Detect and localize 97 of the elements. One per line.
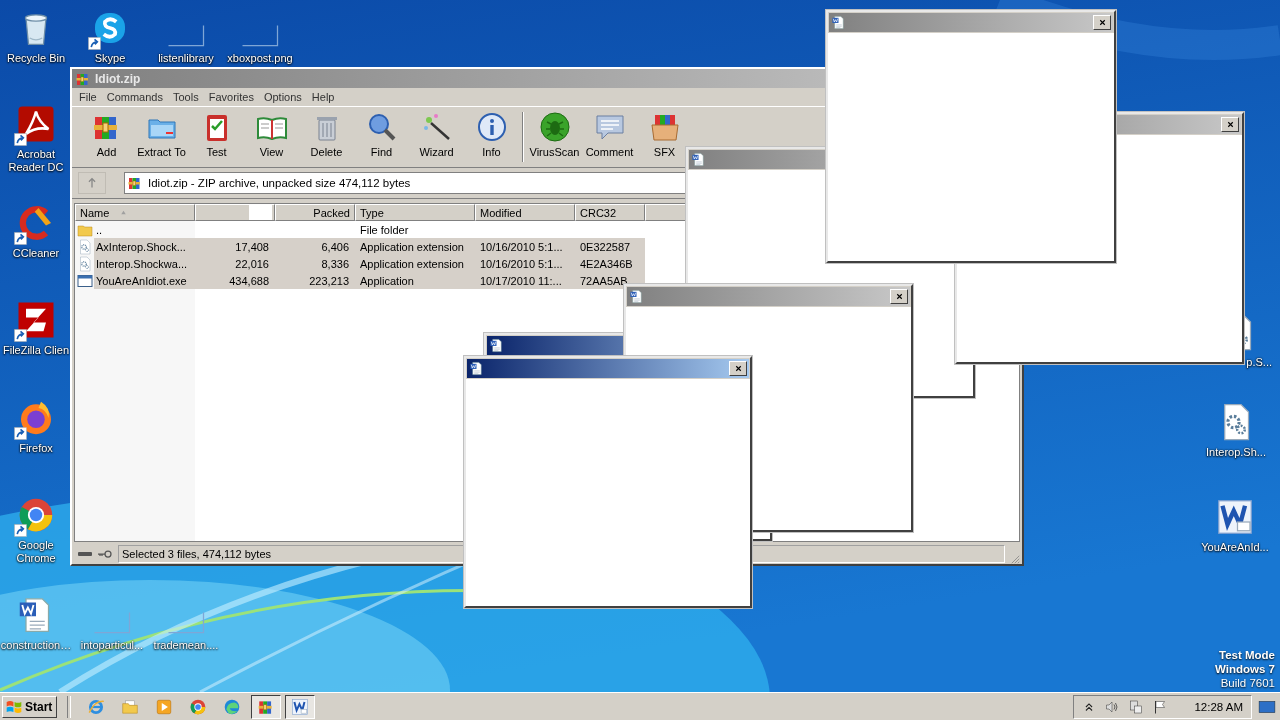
close-button[interactable]	[1093, 15, 1111, 30]
desktop-icon-label[interactable]: Acrobat Reader DC	[0, 148, 74, 174]
close-icon	[1225, 120, 1235, 129]
browser-icon	[87, 697, 106, 716]
system-info-text: Windows 7	[1215, 662, 1275, 676]
shortcut-arrow-icon	[88, 37, 101, 50]
books-icon	[127, 175, 143, 191]
browser-icon	[223, 697, 242, 716]
menu-item[interactable]: Options	[258, 91, 307, 103]
table-cell-text: ..	[95, 223, 104, 236]
desktop-icon-label[interactable]: Skype	[94, 52, 126, 65]
table-cell-text: 17,408	[234, 240, 270, 253]
table-cell-text: 10/16/2010 5:1...	[479, 240, 564, 253]
document-icon[interactable]	[1215, 497, 1255, 537]
table-cell-text: 10/17/2010 11:...	[479, 274, 563, 287]
desktop-icon-label[interactable]: listenlibrary	[158, 52, 214, 65]
start-button[interactable]: Start	[2, 695, 58, 718]
toolbar-button[interactable]: Test	[189, 109, 244, 165]
close-button[interactable]	[729, 361, 747, 376]
shortcut-arrow-icon	[14, 524, 27, 537]
browser-icon	[189, 697, 208, 716]
desktop-icon-label[interactable]: Interop.Sh...	[1206, 446, 1266, 459]
document-icon	[831, 15, 846, 30]
table-cell-text: Interop.Shockwa...	[95, 257, 189, 270]
table-cell-text: YouAreAnIdiot.exe	[95, 274, 188, 287]
column-header[interactable]: Type	[355, 204, 475, 221]
table-cell-text: 6,406	[320, 240, 350, 253]
toolbar-button[interactable]: Wizard	[409, 109, 464, 165]
table-cell-text: 22,016	[234, 257, 270, 270]
toolbar-button[interactable]: Add	[79, 109, 134, 165]
play-icon	[155, 697, 174, 716]
shortcut-arrow-icon	[14, 232, 27, 245]
menu-item[interactable]: Tools	[168, 91, 204, 103]
toolbar-button[interactable]: Delete	[299, 109, 354, 165]
desktop-icon-label[interactable]: FileZilla Clien	[3, 344, 69, 357]
desktop-icon-label[interactable]: xboxpost.png	[227, 52, 293, 65]
table-cell-text: Application extension	[359, 257, 465, 270]
close-button[interactable]	[1221, 117, 1239, 132]
close-button[interactable]	[890, 289, 908, 304]
desktop-icon-label[interactable]: Recycle Bin	[6, 52, 66, 65]
toolbar-button[interactable]: Extract To	[134, 109, 189, 165]
table-cell-text: 10/16/2010 5:1...	[479, 257, 564, 270]
clock[interactable]: 12:28 AM	[1194, 700, 1243, 713]
shortcut-arrow-icon	[14, 133, 27, 146]
menu-item[interactable]: Commands	[101, 91, 168, 103]
window-title: Idiot.zip	[95, 71, 141, 86]
table-cell-text: 72AA5AB	[579, 274, 629, 287]
table-cell-text: Application extension	[359, 240, 465, 253]
file-row[interactable]: Interop.Shockwa... 22,016 8,336 Application extension 10/16/2010 5:1... 4E2A346B	[94, 255, 645, 272]
table-cell-text: Application	[359, 274, 415, 287]
system-info-text: Build 7601	[1220, 676, 1275, 690]
close-icon	[1097, 18, 1107, 27]
table-cell-text: 0E322587	[579, 240, 632, 253]
desktop-icon-label[interactable]: p.S...	[1246, 356, 1272, 369]
shortcut-arrow-icon	[14, 329, 27, 342]
column-header[interactable]: Name	[75, 204, 195, 221]
desktop-icon-label[interactable]: CCleaner	[12, 247, 60, 260]
table-cell-text: 4E2A346B	[579, 257, 634, 270]
document-icon	[691, 152, 706, 167]
document-icon	[489, 338, 504, 353]
file-row[interactable]: .. File folder	[94, 221, 645, 238]
document-icon	[629, 289, 644, 304]
document-icon	[291, 697, 310, 716]
info-icon	[475, 111, 508, 143]
table-cell-text: 434,688	[228, 274, 270, 287]
column-header[interactable]: CRC32	[575, 204, 645, 221]
document-icon	[469, 361, 484, 376]
column-header[interactable]	[195, 204, 275, 221]
system-info-text: Test Mode	[1219, 648, 1275, 662]
network-icon[interactable]	[1128, 698, 1145, 715]
toolbar-button[interactable]: SFX	[637, 109, 692, 165]
table-cell-text: File folder	[359, 223, 410, 236]
column-header[interactable]: Packed	[275, 204, 355, 221]
shortcut-arrow-icon	[14, 427, 27, 440]
table-cell-text: 223,213	[308, 274, 350, 287]
toolbar-button[interactable]: VirusScan	[527, 109, 582, 165]
toolbar-button[interactable]: View	[244, 109, 299, 165]
taskbar-button[interactable]	[251, 694, 282, 719]
desktop-icon-label[interactable]: YouAreAnId...	[1201, 541, 1269, 554]
file-row[interactable]: YouAreAnIdiot.exe 434,688 223,213 Application 10/17/2010 11:... 72AA5AB	[94, 272, 645, 289]
menu-item[interactable]: File	[74, 91, 102, 103]
desktop-icon-label[interactable]: Firefox	[19, 442, 53, 455]
menu-item[interactable]: Help	[306, 91, 340, 103]
table-cell-text: AxInterop.Shock...	[95, 240, 187, 253]
menu-item[interactable]: Favorites	[203, 91, 259, 103]
toolbar-button[interactable]: Info	[464, 109, 519, 165]
toolbar-button[interactable]: Find	[354, 109, 409, 165]
program-icon	[76, 272, 93, 289]
column-header[interactable]: Modified	[475, 204, 575, 221]
toolbar-button[interactable]: Comment	[582, 109, 637, 165]
close-icon	[894, 292, 904, 301]
bug-icon	[538, 111, 571, 143]
close-icon	[733, 364, 743, 373]
table-cell-text: 8,336	[320, 257, 350, 270]
file-row[interactable]: AxInterop.Shock... 17,408 6,406 Application extension 10/16/2010 5:1... 0E322587	[94, 238, 645, 255]
folder-icon	[121, 697, 140, 716]
taskbar-button[interactable]	[285, 694, 316, 719]
